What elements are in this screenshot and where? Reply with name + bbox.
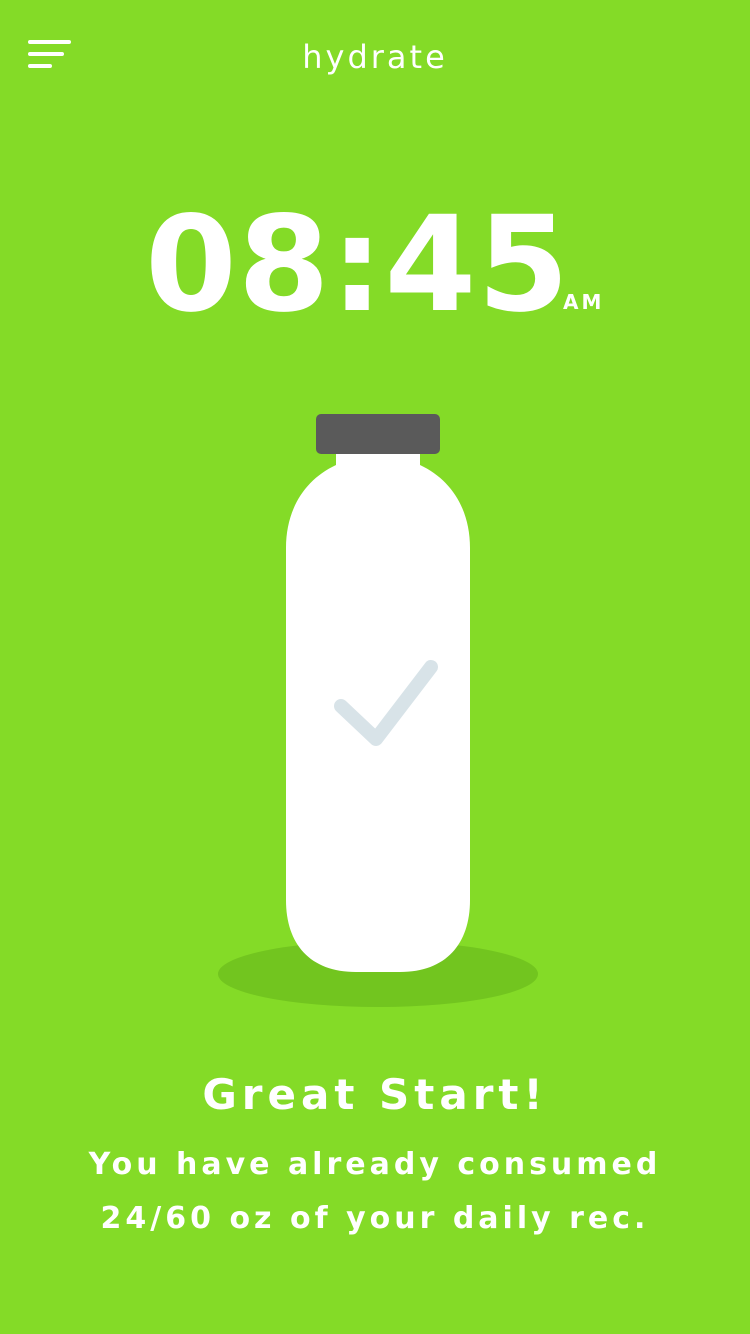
bottle-shadow: [218, 941, 538, 1007]
checkmark-icon: [334, 660, 438, 746]
status-headline: Great Start!: [202, 1070, 548, 1119]
time-period: AM: [563, 290, 605, 314]
status-message-line-1: You have already consumed: [88, 1147, 662, 1182]
status-message-line-2: 24/60 oz of your daily rec.: [100, 1201, 650, 1236]
app-title: hydrate: [302, 38, 448, 76]
current-time: 08:45: [145, 188, 571, 342]
clock: 08:45 AM: [0, 190, 750, 340]
water-bottle-icon: [286, 454, 470, 972]
bottle-cap-icon: [316, 414, 440, 454]
